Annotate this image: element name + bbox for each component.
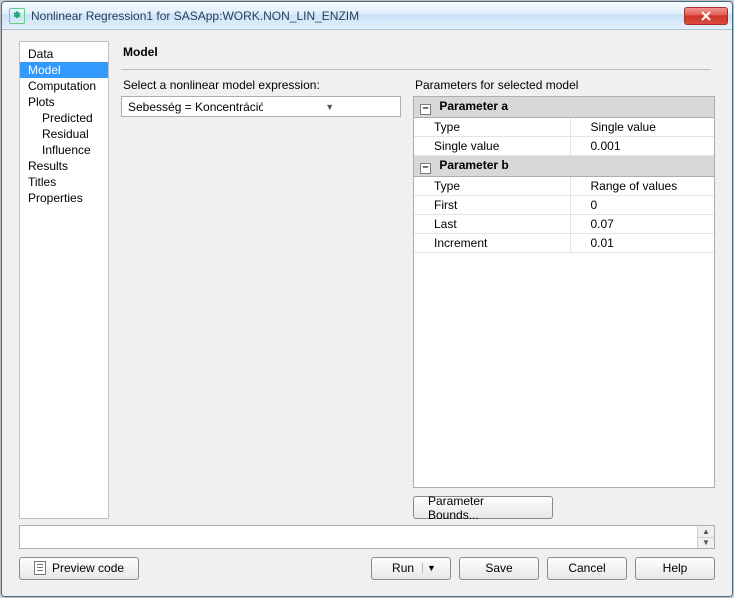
- run-button[interactable]: Run ▼: [371, 557, 451, 580]
- scrollbar[interactable]: ▲ ▼: [697, 526, 714, 548]
- app-icon: ✽: [9, 8, 25, 24]
- content-pane: Model Select a nonlinear model expressio…: [109, 41, 715, 519]
- button-bar: Preview code Run ▼ Save Cancel Help: [19, 555, 715, 581]
- cancel-button[interactable]: Cancel: [547, 557, 627, 580]
- nav-item-data[interactable]: Data: [20, 46, 108, 62]
- nav-item-results[interactable]: Results: [20, 158, 108, 174]
- collapse-icon[interactable]: –: [420, 104, 431, 115]
- table-row: TypeRange of values: [414, 177, 714, 196]
- model-expression-combo[interactable]: Sebesség = Koncentráció / ( a + b * Konc…: [121, 96, 401, 117]
- parameters-col: Parameters for selected model – Paramete…: [413, 78, 715, 519]
- window: ✽ Nonlinear Regression1 for SASApp:WORK.…: [1, 1, 733, 597]
- nav-tree: Data Model Computation Plots Predicted R…: [19, 41, 109, 519]
- nav-item-titles[interactable]: Titles: [20, 174, 108, 190]
- nav-item-plots[interactable]: Plots: [20, 94, 108, 110]
- table-row: Single value0.001: [414, 137, 714, 156]
- parameters-label: Parameters for selected model: [415, 78, 715, 92]
- window-title: Nonlinear Regression1 for SASApp:WORK.NO…: [31, 9, 359, 23]
- titlebar[interactable]: ✽ Nonlinear Regression1 for SASApp:WORK.…: [2, 2, 732, 30]
- document-icon: [34, 561, 46, 575]
- collapse-icon[interactable]: –: [420, 163, 431, 174]
- nav-item-influence[interactable]: Influence: [20, 142, 108, 158]
- paneset: Data Model Computation Plots Predicted R…: [19, 41, 715, 519]
- param-b-header[interactable]: – Parameter b: [414, 156, 714, 177]
- table-row: Increment0.01: [414, 234, 714, 253]
- divider: [121, 69, 711, 70]
- model-expression-value: Sebesség = Koncentráció / ( a + b * Konc…: [128, 100, 263, 114]
- message-bar: ▲ ▼: [19, 525, 715, 549]
- page-heading: Model: [123, 45, 715, 59]
- table-row: First0: [414, 196, 714, 215]
- nav-item-residual[interactable]: Residual: [20, 126, 108, 142]
- preview-code-button[interactable]: Preview code: [19, 557, 139, 580]
- save-button[interactable]: Save: [459, 557, 539, 580]
- message-area[interactable]: [20, 526, 697, 548]
- nav-item-computation[interactable]: Computation: [20, 78, 108, 94]
- parameters-grid: – Parameter a TypeSingle value Single va…: [413, 96, 715, 488]
- nav-item-model[interactable]: Model: [20, 62, 108, 78]
- model-row: Select a nonlinear model expression: Seb…: [121, 78, 715, 519]
- chevron-down-icon[interactable]: ▼: [422, 563, 440, 573]
- model-expression-label: Select a nonlinear model expression:: [123, 78, 401, 92]
- table-row: Last0.07: [414, 215, 714, 234]
- model-expression-col: Select a nonlinear model expression: Seb…: [121, 78, 401, 519]
- parameter-bounds-button[interactable]: Parameter Bounds...: [413, 496, 553, 519]
- nav-item-properties[interactable]: Properties: [20, 190, 108, 206]
- table-row: TypeSingle value: [414, 118, 714, 137]
- nav-item-predicted[interactable]: Predicted: [20, 110, 108, 126]
- client-area: Data Model Computation Plots Predicted R…: [2, 30, 732, 596]
- chevron-down-icon: ▼: [263, 102, 398, 112]
- scroll-down-icon[interactable]: ▼: [697, 537, 714, 549]
- help-button[interactable]: Help: [635, 557, 715, 580]
- scroll-up-icon[interactable]: ▲: [697, 526, 714, 537]
- param-a-header[interactable]: – Parameter a: [414, 97, 714, 118]
- close-button[interactable]: [684, 7, 728, 25]
